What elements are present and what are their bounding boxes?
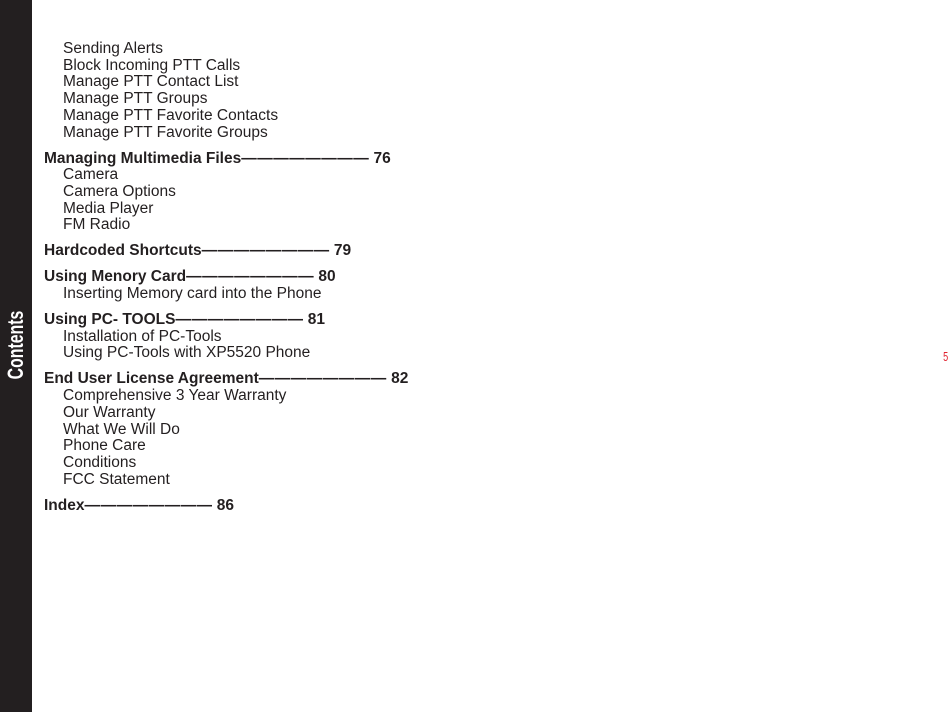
toc-subitem[interactable]: Phone Care: [44, 438, 408, 455]
heading-page: 79: [333, 242, 352, 260]
toc-section: Using PC- TOOLS———————— 81 Installation o…: [44, 311, 408, 362]
leader-dashes: ————————: [186, 268, 315, 286]
toc-heading[interactable]: Using PC- TOOLS———————— 81: [44, 311, 408, 329]
toc-section: Using Menory Card———————— 80 Inserting Me…: [44, 268, 408, 303]
toc-subitem[interactable]: Manage PTT Favorite Groups: [44, 124, 408, 142]
toc-subitem[interactable]: Camera Options: [44, 183, 408, 201]
toc-subitem[interactable]: Media Player: [44, 200, 408, 218]
toc-subitem[interactable]: FCC Statement: [44, 471, 408, 489]
toc-subitem[interactable]: Our Warranty: [44, 404, 408, 422]
heading-page: 82: [391, 370, 409, 388]
leader-dashes: ————————: [201, 242, 330, 260]
toc-subitem[interactable]: Conditions: [44, 454, 408, 472]
toc-subitem[interactable]: What We Will Do: [44, 421, 408, 439]
toc-heading[interactable]: Managing Multimedia Files———————— 76: [44, 149, 408, 168]
toc-subitem[interactable]: Sending Alerts: [44, 40, 408, 58]
toc-section: Sending Alerts Block Incoming PTT Calls Ma…: [44, 40, 408, 142]
heading-title: Managing Multimedia Files: [44, 149, 242, 167]
leader-dashes: ————————: [241, 149, 370, 167]
heading-title: Using Menory Card: [44, 268, 187, 286]
page-number: 5: [943, 349, 949, 364]
toc-heading[interactable]: Index———————— 86: [44, 496, 408, 515]
sidebar: Contents: [0, 0, 32, 712]
toc-section: Index———————— 86: [44, 496, 408, 515]
toc-subitem[interactable]: Inserting Memory card into the Phone: [44, 285, 408, 303]
heading-page: 81: [307, 311, 326, 329]
toc-subitem[interactable]: FM Radio: [44, 217, 408, 234]
leader-dashes: ————————: [175, 311, 304, 329]
heading-title: Using PC- TOOLS: [44, 311, 176, 329]
contents-label: Contents: [3, 310, 28, 380]
table-of-contents: Sending Alerts Block Incoming PTT Calls Ma…: [44, 40, 408, 524]
toc-subitem[interactable]: Camera: [44, 167, 408, 184]
toc-heading[interactable]: Using Menory Card———————— 80: [44, 268, 408, 286]
heading-page: 76: [373, 149, 391, 167]
toc-section: End User License Agreement———————— 82 Com…: [44, 371, 408, 488]
heading-title: Index: [44, 496, 85, 514]
toc-heading[interactable]: Hardcoded Shortcuts———————— 79: [44, 242, 408, 260]
toc-subitem[interactable]: Manage PTT Groups: [44, 90, 408, 108]
toc-section: Managing Multimedia Files———————— 76 Came…: [44, 149, 408, 235]
toc-subitem[interactable]: Installation of PC-Tools: [44, 328, 408, 346]
toc-subitem[interactable]: Using PC-Tools with XP5520 Phone: [44, 345, 408, 362]
toc-subitem[interactable]: Manage PTT Favorite Contacts: [44, 107, 408, 125]
heading-title: Hardcoded Shortcuts: [44, 242, 202, 260]
heading-page: 86: [216, 496, 235, 514]
leader-dashes: ————————: [258, 370, 387, 388]
heading-title: End User License Agreement: [44, 370, 259, 388]
toc-section: Hardcoded Shortcuts———————— 79: [44, 242, 408, 260]
toc-subitem[interactable]: Manage PTT Contact List: [44, 74, 408, 91]
toc-subitem[interactable]: Block Incoming PTT Calls: [44, 57, 408, 75]
toc-subitem[interactable]: Comprehensive 3 Year Warranty: [44, 387, 408, 405]
toc-heading[interactable]: End User License Agreement———————— 82: [44, 371, 408, 388]
leader-dashes: ————————: [84, 496, 213, 514]
heading-page: 80: [318, 268, 336, 286]
